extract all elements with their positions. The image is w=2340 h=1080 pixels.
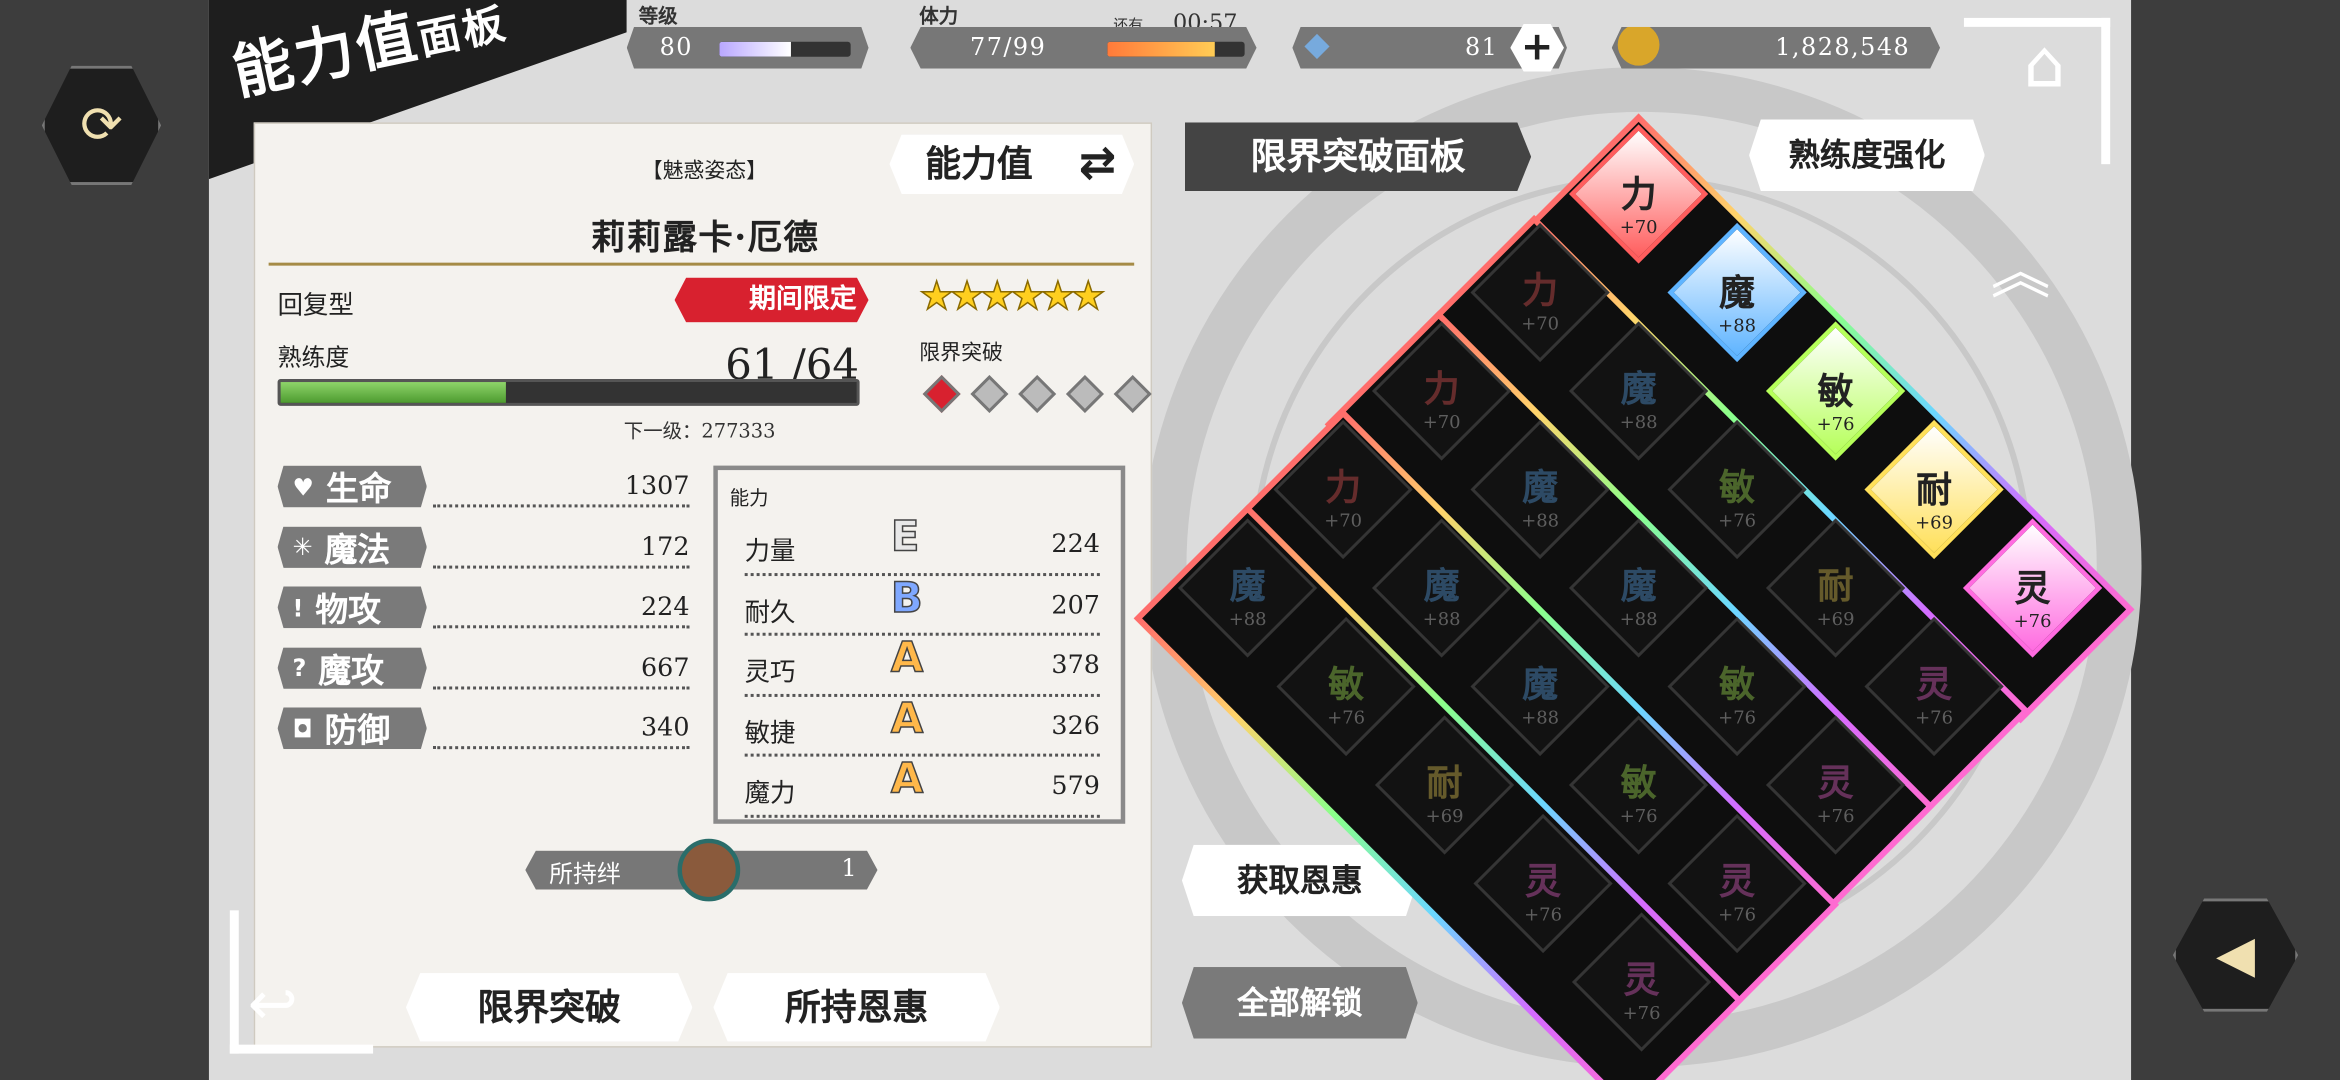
cell-bonus: +69 — [1816, 607, 1855, 629]
cell-stat: 敏 — [1719, 464, 1756, 508]
cell-bonus: +70 — [1619, 216, 1658, 237]
cell-bonus: +88 — [1718, 314, 1756, 336]
cell-stat: 力 — [1620, 171, 1657, 215]
cell-stat: 敏 — [1817, 368, 1854, 412]
cell-bonus: +76 — [1718, 509, 1756, 531]
cell-stat: 灵 — [1525, 858, 1561, 902]
cell-bonus: +76 — [1718, 706, 1756, 728]
cell-stat: 力 — [1325, 464, 1362, 508]
cell-bonus: +70 — [1324, 509, 1363, 531]
cell-bonus: +88 — [1228, 607, 1267, 629]
cell-stat: 敏 — [1719, 661, 1756, 705]
cell-bonus: +88 — [1422, 607, 1461, 629]
cell-stat: 力 — [1423, 366, 1460, 410]
grid-cell[interactable]: 力 +70 — [1568, 124, 1709, 264]
cell-stat: 魔 — [1620, 366, 1657, 410]
cell-stat: 魔 — [1423, 563, 1460, 607]
cell-bonus: +70 — [1422, 410, 1461, 432]
cell-bonus: +88 — [1521, 509, 1559, 531]
limit-break-grid: 力 +70 魔 +88 敏 +76 耐 +69 灵 +76 力 +70 魔 +88 敏 +76 耐 +69 灵 +76… — [0, 0, 2340, 1080]
cell-stat: 灵 — [1623, 957, 1660, 1001]
cell-stat: 灵 — [1916, 661, 1952, 705]
cell-stat: 魔 — [1522, 464, 1559, 508]
cell-bonus: +88 — [1619, 410, 1658, 432]
cell-bonus: +76 — [2013, 609, 2052, 631]
cell-stat: 魔 — [1522, 661, 1559, 705]
cell-bonus: +70 — [1521, 312, 1559, 334]
cell-stat: 魔 — [1229, 563, 1266, 607]
cell-bonus: +69 — [1425, 804, 1464, 826]
cell-bonus: +76 — [1718, 903, 1756, 925]
cell-bonus: +76 — [1524, 903, 1562, 925]
cell-bonus: +76 — [1816, 804, 1855, 826]
cell-stat: 魔 — [1719, 269, 1756, 314]
cell-bonus: +76 — [1619, 804, 1658, 826]
cell-stat: 灵 — [2014, 565, 2051, 609]
cell-stat: 灵 — [1817, 760, 1854, 804]
cell-stat: 耐 — [1817, 563, 1854, 607]
cell-bonus: +76 — [1622, 1001, 1661, 1023]
cell-stat: 耐 — [1916, 466, 1952, 510]
cell-stat: 耐 — [1426, 760, 1463, 804]
cell-bonus: +76 — [1327, 706, 1365, 728]
cell-bonus: +76 — [1915, 706, 1953, 728]
cell-bonus: +69 — [1915, 511, 1953, 533]
cell-stat: 魔 — [1620, 563, 1657, 607]
cell-bonus: +88 — [1619, 607, 1658, 629]
cell-bonus: +76 — [1816, 412, 1855, 434]
cell-stat: 敏 — [1620, 760, 1657, 804]
cell-stat: 敏 — [1328, 661, 1365, 705]
cell-stat: 灵 — [1719, 858, 1756, 902]
cell-stat: 力 — [1522, 267, 1559, 311]
cell-bonus: +88 — [1521, 706, 1559, 728]
